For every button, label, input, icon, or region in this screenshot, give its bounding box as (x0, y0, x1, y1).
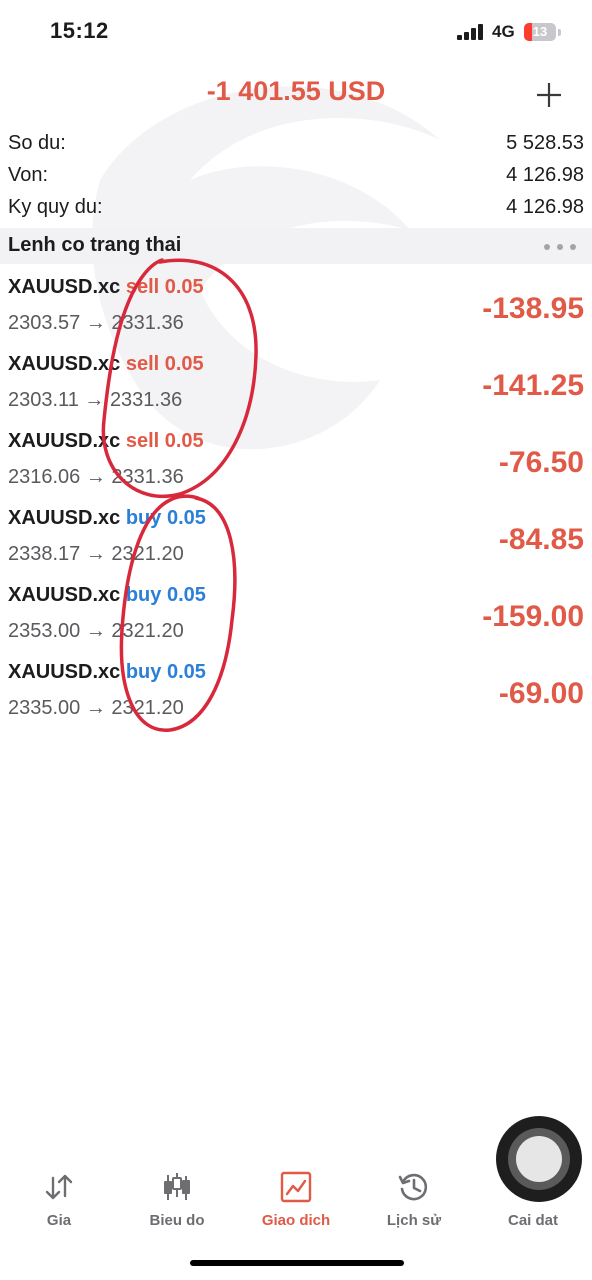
balance-value: 5 528.53 (506, 132, 584, 154)
current-price: 2331.36 (111, 466, 184, 488)
sort-arrows-icon (45, 1174, 73, 1200)
battery-icon: 13 (524, 23, 556, 41)
position-symbol: XAUUSD.xc (8, 353, 121, 375)
position-symbol: XAUUSD.xc (8, 276, 121, 298)
position-symbol: XAUUSD.xc (8, 507, 121, 529)
position-side: sell (125, 353, 160, 375)
assistive-touch-button[interactable] (496, 1116, 582, 1202)
position-symbol: XAUUSD.xc (8, 430, 121, 452)
position-row[interactable]: XAUUSD.xc buy 0.05 2338.17 → 2321.20 -84… (0, 503, 592, 580)
position-volume: 0.05 (166, 584, 206, 606)
position-prices: 2303.11 → 2331.36 (8, 389, 182, 412)
history-clock-icon (398, 1173, 428, 1201)
tab-trade[interactable]: Giao dich (237, 1160, 355, 1240)
equity-label: Von: (8, 164, 49, 186)
open-price: 2335.00 (8, 697, 81, 719)
position-title: XAUUSD.xc sell 0.05 (8, 430, 204, 453)
position-row[interactable]: XAUUSD.xc sell 0.05 2316.06 → 2331.36 -7… (0, 426, 592, 503)
position-volume: 0.05 (164, 430, 204, 452)
equity-value: 4 126.98 (506, 164, 584, 186)
open-price: 2338.17 (8, 543, 81, 565)
battery-tip (558, 29, 561, 36)
position-prices: 2335.00 → 2321.20 (8, 697, 184, 720)
position-profit: -141.25 (482, 369, 584, 402)
position-row[interactable]: XAUUSD.xc buy 0.05 2353.00 → 2321.20 -15… (0, 580, 592, 657)
open-price: 2316.06 (8, 466, 81, 488)
position-profit: -76.50 (498, 446, 584, 479)
position-title: XAUUSD.xc buy 0.05 (8, 661, 206, 684)
current-price: 2321.20 (111, 697, 184, 719)
positions-section-header: Lenh co trang thai (0, 228, 592, 264)
arrow-icon: → (85, 620, 106, 642)
total-profit: -1 401.55 USD (206, 76, 386, 106)
arrow-icon: → (85, 543, 106, 565)
arrow-icon: → (85, 466, 106, 488)
position-volume: 0.05 (164, 276, 204, 298)
current-price: 2321.20 (111, 620, 184, 642)
position-profit: -84.85 (498, 523, 584, 556)
arrow-icon: → (85, 312, 106, 334)
current-price: 2321.20 (111, 543, 184, 565)
position-side: sell (125, 430, 160, 452)
status-bar: 15:12 4G 13 (0, 0, 592, 64)
position-profit: -69.00 (498, 677, 584, 710)
summary-equity: Von: 4 126.98 (0, 164, 592, 196)
open-price: 2303.11 (8, 389, 79, 411)
tab-label: Bieu do (149, 1212, 205, 1229)
cellular-signal-icon (457, 24, 487, 40)
assistive-touch-center (516, 1136, 562, 1182)
position-title: XAUUSD.xc buy 0.05 (8, 507, 206, 530)
summary-balance: So du: 5 528.53 (0, 132, 592, 164)
tab-label: Giao dich (261, 1212, 331, 1229)
summary-free-margin: Ky quy du: 4 126.98 (0, 196, 592, 228)
position-volume: 0.05 (164, 353, 204, 375)
position-side: sell (125, 276, 160, 298)
position-title: XAUUSD.xc sell 0.05 (8, 276, 204, 299)
position-prices: 2338.17 → 2321.20 (8, 543, 184, 566)
tab-charts[interactable]: Bieu do (118, 1160, 236, 1240)
add-order-button[interactable] (532, 78, 566, 112)
position-side: buy (125, 661, 162, 683)
position-side: buy (125, 584, 162, 606)
free-margin-value: 4 126.98 (506, 196, 584, 218)
tab-quotes[interactable]: Gia (0, 1160, 118, 1240)
tab-label: Lịch sử (386, 1212, 442, 1229)
balance-label: So du: (8, 132, 66, 154)
position-prices: 2316.06 → 2331.36 (8, 466, 184, 489)
position-prices: 2303.57 → 2331.36 (8, 312, 184, 335)
home-indicator[interactable] (190, 1260, 404, 1266)
position-volume: 0.05 (166, 507, 206, 529)
tab-history[interactable]: Lịch sử (355, 1160, 473, 1240)
status-time: 15:12 (50, 18, 109, 43)
trade-chart-icon (280, 1171, 312, 1203)
position-symbol: XAUUSD.xc (8, 584, 121, 606)
network-type: 4G (492, 22, 515, 41)
open-price: 2303.57 (8, 312, 81, 334)
battery-percent: 13 (532, 24, 548, 39)
more-options-icon[interactable] (544, 244, 576, 250)
position-symbol: XAUUSD.xc (8, 661, 121, 683)
section-title: Lenh co trang thai (8, 234, 182, 256)
open-price: 2353.00 (8, 620, 81, 642)
position-prices: 2353.00 → 2321.20 (8, 620, 184, 643)
position-row[interactable]: XAUUSD.xc sell 0.05 2303.57 → 2331.36 -1… (0, 272, 592, 349)
arrow-icon: → (85, 697, 106, 719)
current-price: 2331.36 (111, 312, 184, 334)
position-title: XAUUSD.xc buy 0.05 (8, 584, 206, 607)
current-price: 2331.36 (109, 389, 183, 411)
position-profit: -138.95 (482, 292, 584, 325)
tab-label: Gia (46, 1212, 72, 1229)
free-margin-label: Ky quy du: (8, 196, 103, 218)
position-row[interactable]: XAUUSD.xc buy 0.05 2335.00 → 2321.20 -69… (0, 657, 592, 734)
position-title: XAUUSD.xc sell 0.05 (8, 353, 204, 376)
arrow-icon: → (84, 389, 105, 411)
position-profit: -159.00 (482, 600, 584, 633)
tab-label: Cai dat (507, 1212, 558, 1229)
position-side: buy (125, 507, 162, 529)
candlestick-icon (164, 1173, 190, 1200)
position-row[interactable]: XAUUSD.xc sell 0.05 2303.11 → 2331.36 -1… (0, 349, 592, 426)
position-volume: 0.05 (166, 661, 206, 683)
